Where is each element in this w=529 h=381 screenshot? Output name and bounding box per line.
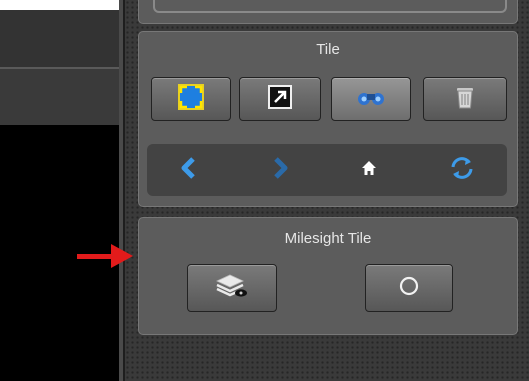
fit-to-frame-button[interactable] xyxy=(151,77,231,121)
popout-icon xyxy=(268,84,292,114)
video-viewport[interactable] xyxy=(0,125,122,381)
next-button[interactable] xyxy=(268,156,292,184)
milesight-tile-section: Milesight Tile xyxy=(138,217,518,335)
clear-tile-button[interactable] xyxy=(423,77,507,121)
layers-view-icon xyxy=(216,273,248,304)
divider xyxy=(0,67,122,69)
red-arrow-shaft xyxy=(77,254,113,259)
tile-section-title: Tile xyxy=(316,41,340,58)
chevron-right-icon xyxy=(271,156,289,184)
popout-button[interactable] xyxy=(239,77,321,121)
top-section xyxy=(138,0,518,24)
red-arrow-head xyxy=(111,244,133,268)
circle-icon xyxy=(398,275,420,302)
layers-view-button[interactable] xyxy=(187,264,277,312)
binoculars-button[interactable] xyxy=(331,77,411,121)
milesight-section-title: Milesight Tile xyxy=(284,230,372,247)
home-button[interactable] xyxy=(357,158,381,182)
video-toolbar-band xyxy=(0,10,122,68)
top-strip xyxy=(0,0,122,10)
reset-button[interactable] xyxy=(365,264,453,312)
home-icon xyxy=(361,160,377,181)
top-section-frame xyxy=(153,0,507,13)
tile-section: Tile xyxy=(138,31,518,207)
tile-navigation-bar xyxy=(147,144,507,196)
previous-button[interactable] xyxy=(177,156,201,184)
video-area xyxy=(0,0,122,381)
refresh-button[interactable] xyxy=(450,156,474,182)
binoculars-icon xyxy=(356,88,386,111)
refresh-icon xyxy=(449,155,475,186)
fit-to-frame-icon xyxy=(178,83,204,115)
chevron-left-icon xyxy=(180,156,198,184)
trash-bin-icon xyxy=(456,85,474,114)
